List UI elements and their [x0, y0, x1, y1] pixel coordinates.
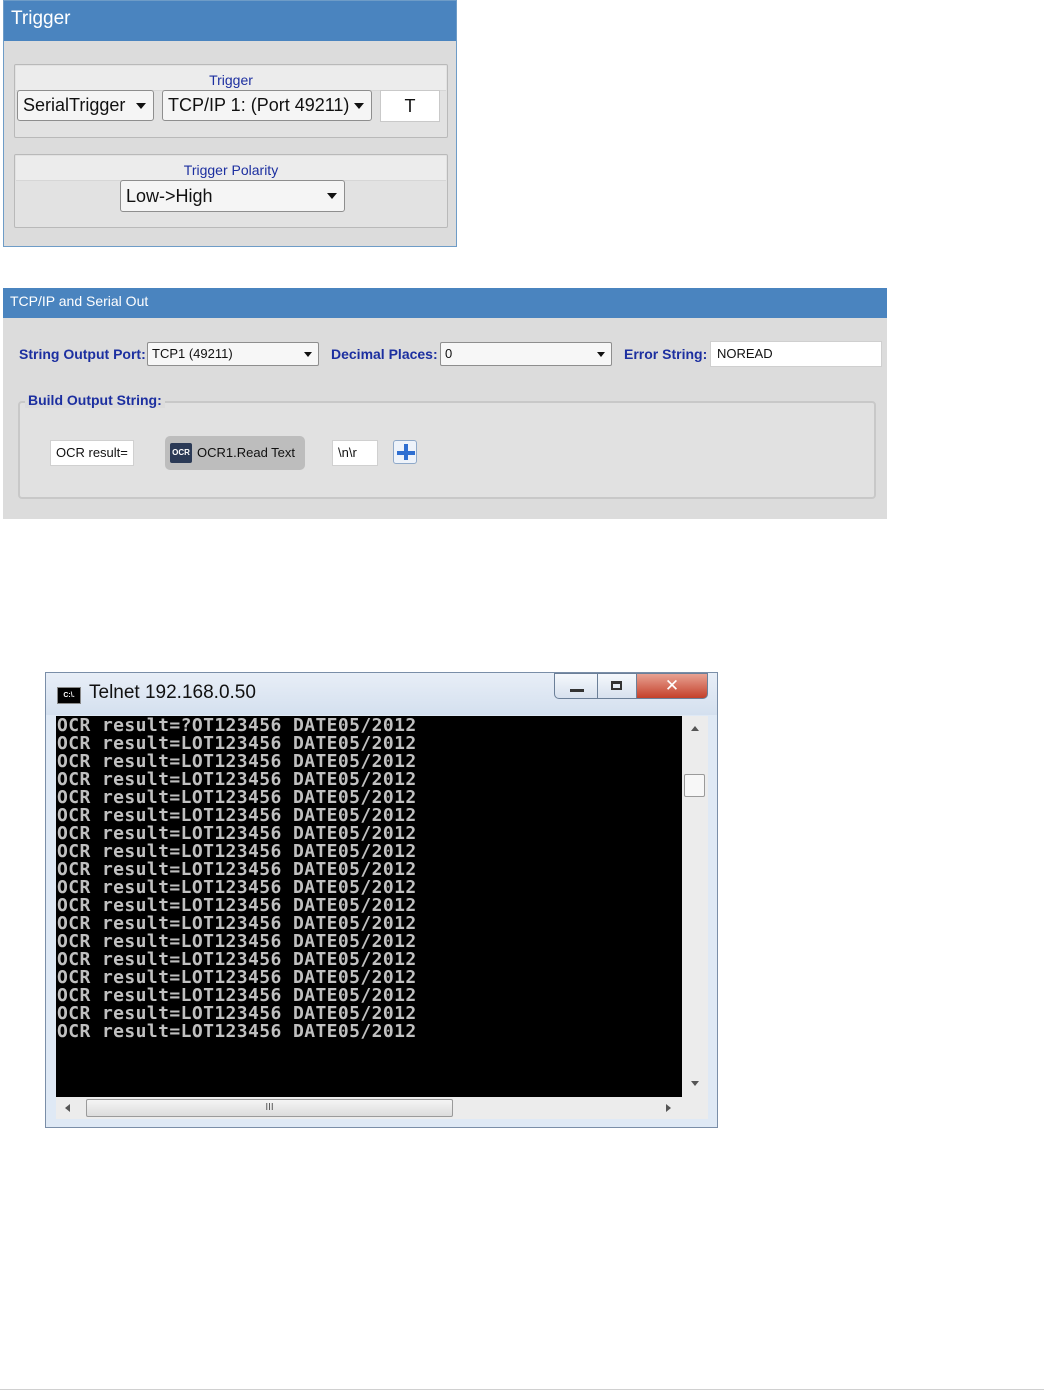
- ocr-field-label: OCR1.Read Text: [197, 445, 296, 460]
- plus-icon-bar: [397, 451, 415, 455]
- trigger-polarity-dropdown[interactable]: Low->High: [120, 180, 345, 212]
- trigger-port-dropdown[interactable]: TCP/IP 1: (Port 49211): [162, 90, 372, 121]
- chevron-down-icon: [354, 102, 364, 109]
- output-token-suffix[interactable]: \n\r: [332, 440, 378, 466]
- scroll-down-arrow-icon[interactable]: [691, 1081, 699, 1086]
- string-output-port-label: String Output Port:: [19, 346, 146, 362]
- minimize-icon: [570, 689, 584, 692]
- vertical-scroll-thumb[interactable]: [684, 774, 705, 797]
- minimize-button[interactable]: [554, 673, 598, 699]
- scroll-up-arrow-icon[interactable]: [691, 726, 699, 731]
- output-token-ocr-field[interactable]: OCR OCR1.Read Text: [165, 436, 305, 470]
- console-line: OCR result=LOT123456 DATE05/2012: [57, 1021, 417, 1042]
- decimal-places-label: Decimal Places:: [331, 346, 438, 362]
- chevron-down-icon: [136, 102, 146, 109]
- console-lines: OCR result=?OT123456 DATE05/2012 OCR resu…: [57, 717, 417, 1041]
- trigger-group-label: Trigger: [209, 72, 253, 88]
- maximize-icon: [611, 681, 622, 690]
- build-output-string-label: Build Output String:: [25, 392, 165, 408]
- chevron-down-icon: [304, 352, 312, 357]
- trigger-polarity-group: Trigger Polarity Low->High: [14, 154, 448, 228]
- error-string-label: Error String:: [624, 346, 708, 362]
- console-output[interactable]: OCR result=?OT123456 DATE05/2012 OCR resu…: [56, 716, 682, 1097]
- trigger-type-value: SerialTrigger: [23, 95, 126, 115]
- telnet-window: C:\. Telnet 192.168.0.50 ✕ OCR result=?O…: [45, 672, 718, 1128]
- scroll-left-arrow-icon[interactable]: [65, 1104, 70, 1112]
- trigger-port-value: TCP/IP 1: (Port 49211): [168, 95, 350, 115]
- trigger-panel: Trigger Trigger SerialTrigger TCP/IP 1: …: [3, 0, 457, 247]
- tcp-panel-title: TCP/IP and Serial Out: [3, 288, 887, 318]
- trigger-char-input[interactable]: T: [380, 90, 440, 122]
- console-icon: C:\.: [57, 687, 81, 704]
- telnet-titlebar[interactable]: C:\. Telnet 192.168.0.50 ✕: [46, 673, 717, 715]
- trigger-group: Trigger SerialTrigger TCP/IP 1: (Port 49…: [14, 64, 448, 138]
- chevron-down-icon: [327, 193, 337, 199]
- scroll-grip: III: [265, 1102, 274, 1113]
- trigger-type-dropdown[interactable]: SerialTrigger: [17, 90, 154, 121]
- decimal-places-value: 0: [445, 346, 453, 361]
- string-output-port-dropdown[interactable]: TCP1 (49211): [147, 342, 319, 366]
- error-string-input[interactable]: NOREAD: [710, 341, 882, 367]
- output-token-prefix[interactable]: OCR result=: [50, 440, 134, 466]
- trigger-polarity-value: Low->High: [126, 186, 213, 206]
- horizontal-scroll-thumb[interactable]: III: [86, 1099, 453, 1117]
- decimal-places-dropdown[interactable]: 0: [440, 342, 612, 366]
- ocr-icon: OCR: [170, 443, 192, 463]
- maximize-button[interactable]: [597, 673, 637, 699]
- page-divider: [0, 1389, 1044, 1390]
- telnet-window-title: Telnet 192.168.0.50: [89, 682, 256, 703]
- vertical-scrollbar[interactable]: [682, 716, 708, 1097]
- build-output-string-group: OCR result= OCR OCR1.Read Text \n\r: [18, 401, 876, 499]
- tcp-serial-out-panel: TCP/IP and Serial Out String Output Port…: [3, 288, 887, 519]
- resize-grip-icon[interactable]: [682, 1097, 708, 1119]
- chevron-down-icon: [597, 352, 605, 357]
- close-icon: ✕: [664, 676, 680, 696]
- polarity-group-label: Trigger Polarity: [183, 162, 279, 178]
- close-button[interactable]: ✕: [636, 673, 708, 699]
- trigger-panel-title: Trigger: [4, 1, 456, 41]
- string-output-port-value: TCP1 (49211): [152, 346, 233, 361]
- horizontal-scrollbar[interactable]: III: [56, 1097, 682, 1119]
- add-token-button[interactable]: [393, 440, 417, 464]
- scroll-right-arrow-icon[interactable]: [666, 1104, 671, 1112]
